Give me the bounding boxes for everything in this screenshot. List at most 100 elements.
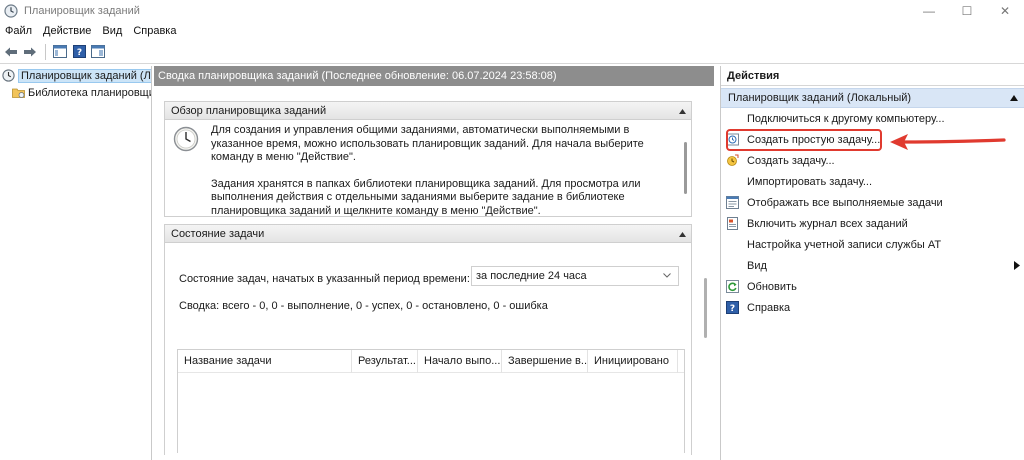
overview-paragraph-1: Для создания и управления общими задания… (211, 124, 644, 163)
column-header-task-name[interactable]: Название задачи (178, 349, 352, 373)
toolbar: ? (0, 40, 1024, 64)
blank-icon (726, 259, 739, 272)
chevron-down-icon (663, 273, 671, 278)
refresh-icon (726, 280, 739, 293)
minimize-button[interactable]: — (910, 0, 948, 22)
show-hide-action-pane-button[interactable] (89, 43, 107, 61)
scrollbar-thumb[interactable] (684, 142, 687, 194)
maximize-button[interactable]: ☐ (948, 0, 986, 22)
summary-scrollbar[interactable] (702, 108, 711, 460)
column-header-initiated-by[interactable]: Инициировано (588, 349, 678, 373)
menu-bar: Файл Действие Вид Справка (0, 22, 1024, 40)
actions-group-header[interactable]: Планировщик заданий (Локальный) (721, 88, 1024, 108)
folder-icon (12, 88, 25, 98)
create-basic-task-icon (726, 133, 739, 146)
overview-scrollbar[interactable] (683, 124, 689, 212)
svg-text:?: ? (76, 48, 81, 58)
action-import-task[interactable]: Импортировать задачу... (721, 171, 1024, 192)
tree-item-scheduler-library[interactable]: Библиотека планировщика заданий (0, 84, 151, 101)
collapse-overview-button[interactable] (677, 106, 687, 116)
console-tree: Планировщик заданий (Локальный) Библиоте… (0, 66, 152, 460)
task-status-section: Состояние задачи Состояние задач, начаты… (164, 224, 692, 455)
action-label: Создать задачу... (747, 154, 835, 167)
overview-section: Обзор планировщика заданий Для создания … (164, 101, 692, 217)
collapse-up-icon (678, 108, 686, 114)
status-summary: Сводка: всего - 0, 0 - выполнение, 0 - у… (179, 300, 548, 312)
actions-group-label: Планировщик заданий (Локальный) (728, 92, 912, 104)
tree-item-label: Планировщик заданий (Локальный) (18, 68, 151, 83)
overview-section-header[interactable]: Обзор планировщика заданий (165, 102, 691, 120)
action-create-task[interactable]: Создать задачу... (721, 150, 1024, 171)
blank-icon (726, 238, 739, 251)
action-display-running-tasks[interactable]: Отображать все выполняемые задачи (721, 192, 1024, 213)
action-connect-to-computer[interactable]: Подключиться к другому компьютеру... (721, 108, 1024, 129)
task-status-body: Состояние задач, начатых в указанный пер… (165, 243, 691, 455)
action-refresh[interactable]: Обновить (721, 276, 1024, 297)
blank-icon (726, 112, 739, 125)
action-label: Справка (747, 301, 791, 314)
back-arrow-icon (5, 47, 17, 56)
help-toolbar-button[interactable]: ? (70, 43, 88, 61)
action-help[interactable]: ? Справка (721, 297, 1024, 318)
menu-help[interactable]: Справка (128, 25, 182, 37)
status-period-label: Состояние задач, начатых в указанный пер… (179, 273, 470, 285)
clock-icon (173, 126, 199, 152)
scrollbar-thumb[interactable] (704, 278, 707, 338)
tree-item-label: Библиотека планировщика заданий (28, 86, 151, 99)
action-label: Создать простую задачу... (747, 133, 881, 146)
status-period-dropdown[interactable]: за последние 24 часа (471, 266, 679, 286)
overview-section-title: Обзор планировщика заданий (171, 104, 327, 117)
task-status-table: Название задачи Результат... Начало выпо… (177, 349, 685, 453)
collapse-task-status-button[interactable] (677, 229, 687, 239)
action-label: Вид (747, 259, 767, 272)
blank-icon (726, 175, 739, 188)
task-status-section-header[interactable]: Состояние задачи (165, 225, 691, 243)
overview-body: Для создания и управления общими задания… (165, 120, 691, 216)
title-bar: Планировщик заданий — ☐ ✕ (0, 0, 1024, 22)
forward-button[interactable] (21, 43, 39, 61)
close-button[interactable]: ✕ (986, 0, 1024, 22)
column-header-end[interactable]: Завершение в... (502, 349, 588, 373)
summary-header: Сводка планировщика заданий (Последнее о… (154, 66, 714, 86)
collapse-up-icon (1010, 95, 1018, 101)
back-button[interactable] (2, 43, 20, 61)
status-period-value: за последние 24 часа (476, 270, 587, 282)
overview-paragraph-2: Задания хранятся в папках библиотеки пла… (211, 177, 641, 217)
svg-text:?: ? (730, 304, 735, 314)
column-header-result[interactable]: Результат... (352, 349, 418, 373)
action-create-basic-task[interactable]: Создать простую задачу... (721, 129, 1024, 150)
actions-pane: Действия Планировщик заданий (Локальный)… (720, 66, 1024, 460)
action-label: Обновить (747, 280, 797, 293)
overview-text: Для создания и управления общими задания… (211, 124, 669, 216)
actions-title: Действия (721, 66, 1024, 86)
menu-action[interactable]: Действие (38, 25, 97, 37)
running-tasks-icon (726, 196, 739, 209)
window-title: Планировщик заданий (24, 5, 140, 17)
console-tree-icon (53, 45, 67, 58)
action-label: Настройка учетной записи службы AT (747, 238, 942, 251)
task-status-section-title: Состояние задачи (171, 227, 265, 240)
create-task-icon (726, 154, 739, 167)
action-label: Отображать все выполняемые задачи (747, 196, 943, 209)
action-label: Включить журнал всех заданий (747, 217, 908, 230)
action-at-service-account[interactable]: Настройка учетной записи службы AT (721, 234, 1024, 255)
column-header-start[interactable]: Начало выпо... (418, 349, 502, 373)
menu-view[interactable]: Вид (97, 25, 128, 37)
action-pane-icon (91, 45, 105, 58)
action-enable-all-tasks-history[interactable]: Включить журнал всех заданий (721, 213, 1024, 234)
help-icon: ? (72, 45, 86, 58)
tree-item-task-scheduler-local[interactable]: Планировщик заданий (Локальный) (0, 67, 151, 84)
clock-icon (2, 69, 15, 82)
toolbar-separator (45, 43, 46, 60)
task-scheduler-clock-icon (4, 4, 18, 18)
show-hide-console-tree-button[interactable] (51, 43, 69, 61)
collapse-up-icon (678, 231, 686, 237)
menu-file[interactable]: Файл (0, 25, 38, 37)
action-label: Подключиться к другому компьютеру... (747, 112, 945, 125)
action-label: Импортировать задачу... (747, 175, 873, 188)
submenu-arrow-icon (1014, 261, 1020, 270)
action-view-submenu[interactable]: Вид (721, 255, 1024, 276)
help-icon: ? (726, 301, 739, 314)
summary-pane: Сводка планировщика заданий (Последнее о… (154, 66, 714, 460)
table-header-row: Название задачи Результат... Начало выпо… (178, 349, 684, 373)
